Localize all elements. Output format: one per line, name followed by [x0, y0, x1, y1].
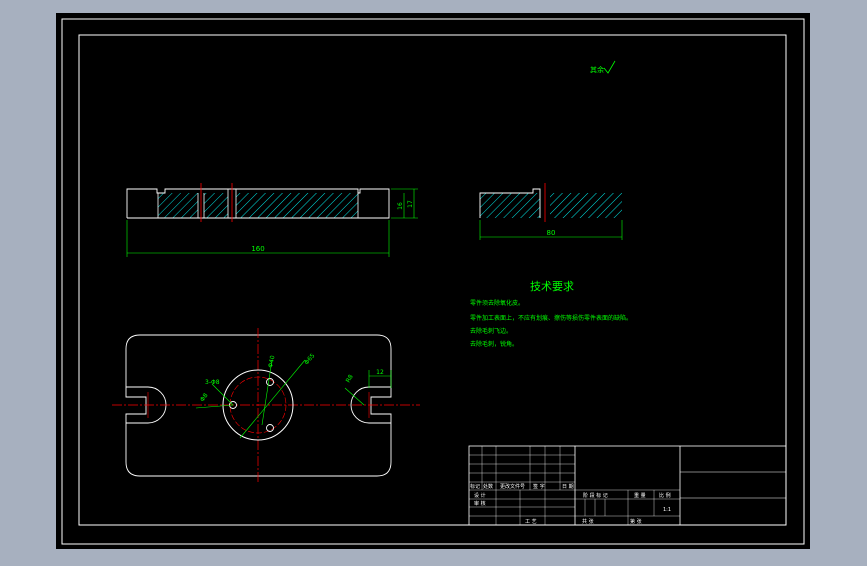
cad-viewport[interactable]: 其余 160 16 17 80 技术要求 零件须去除氧化皮。 零件加工表面上，不…: [0, 0, 867, 562]
tb-sheet-count: 共 张: [582, 518, 594, 525]
tech-req-title: 技术要求: [530, 280, 574, 293]
slot-width-dim: 12: [376, 369, 384, 376]
holes-note: 3-Φ8: [205, 379, 220, 386]
side-width-dim: 80: [547, 229, 556, 237]
surface-mark-text: 其余: [590, 65, 604, 74]
tech-req-line-3: 去除毛刺飞边。: [470, 327, 512, 335]
tb-label-mark: 标记: [470, 483, 480, 490]
tb-label-count: 处数: [483, 483, 493, 490]
tb-stage: 阶 段 标 记: [583, 492, 608, 499]
tech-req-line-2: 零件加工表面上，不应有划痕、擦伤等损伤零件表面的缺陷。: [470, 314, 632, 322]
front-hatch: [158, 193, 358, 218]
tb-ratio: 比 例: [659, 492, 671, 499]
tb-design: 设 计: [474, 492, 486, 499]
front-height-dim-2: 17: [407, 200, 414, 208]
side-hatch: [480, 193, 622, 218]
tech-req-line-4: 去除毛刺，锐角。: [470, 340, 518, 348]
front-width-dim: 160: [251, 245, 264, 253]
tb-audit: 审 核: [474, 500, 486, 507]
tb-process: 工 艺: [525, 519, 537, 525]
tb-weight: 重 量: [634, 492, 646, 499]
tb-scale: 1:1: [663, 507, 671, 513]
tb-label-docno: 更改文件号: [500, 483, 525, 490]
tb-label-date: 日 期: [562, 484, 574, 490]
tb-label-sign: 签 字: [533, 483, 545, 490]
front-height-dim-1: 16: [397, 202, 404, 210]
tech-req-line-1: 零件须去除氧化皮。: [470, 299, 524, 307]
drawing-canvas: 其余 160 16 17 80 技术要求 零件须去除氧化皮。 零件加工表面上，不…: [56, 13, 810, 549]
sheet-background: [56, 13, 810, 549]
tb-sheet-no: 第 张: [630, 518, 642, 525]
